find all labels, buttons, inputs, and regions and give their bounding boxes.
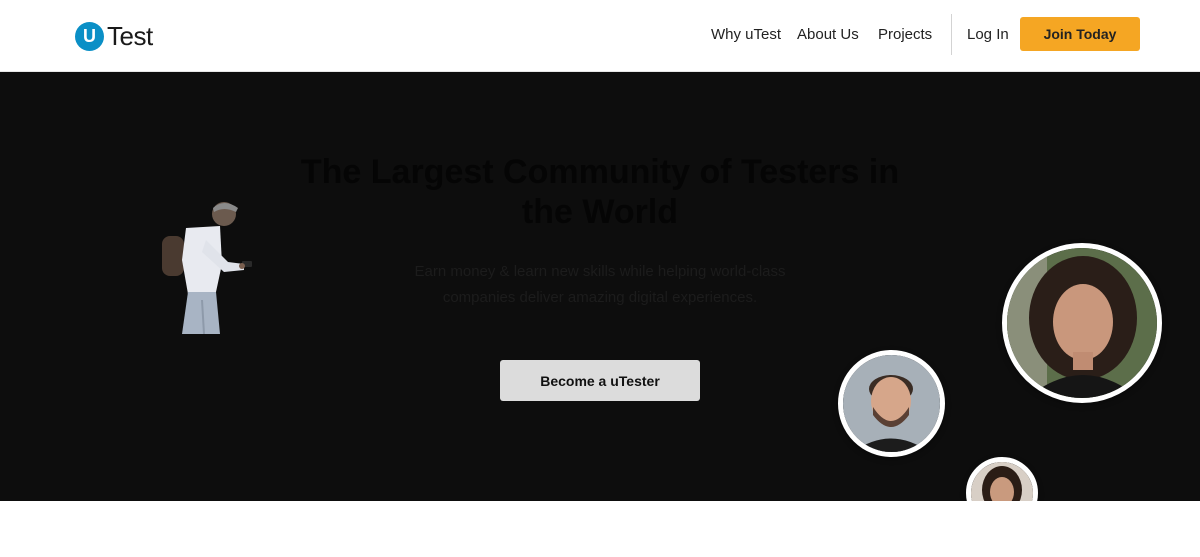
hero-title: The Largest Community of Testers in the … [300, 153, 900, 231]
person-illustration [158, 200, 258, 336]
join-today-button[interactable]: Join Today [1020, 17, 1140, 51]
become-utester-button[interactable]: Become a uTester [500, 360, 700, 401]
nav-divider [951, 14, 952, 55]
utest-logo[interactable]: U Test [75, 21, 153, 51]
site-header: U Test Why uTest About Us Projects Log I… [0, 0, 1200, 72]
nav-about-us[interactable]: About Us [797, 26, 859, 43]
login-link[interactable]: Log In [967, 26, 1009, 43]
logo-mark-icon: U [75, 21, 104, 51]
community-avatar-medium [838, 350, 945, 457]
logo-text: Test [107, 20, 153, 51]
community-avatar-large [1002, 243, 1162, 403]
nav-why-utest[interactable]: Why uTest [711, 26, 781, 43]
hero-section: The Largest Community of Testers in the … [0, 72, 1200, 529]
hero-subtitle: Earn money & learn new skills while help… [414, 263, 786, 306]
below-hero-area [0, 501, 1200, 557]
nav-projects[interactable]: Projects [878, 26, 932, 43]
